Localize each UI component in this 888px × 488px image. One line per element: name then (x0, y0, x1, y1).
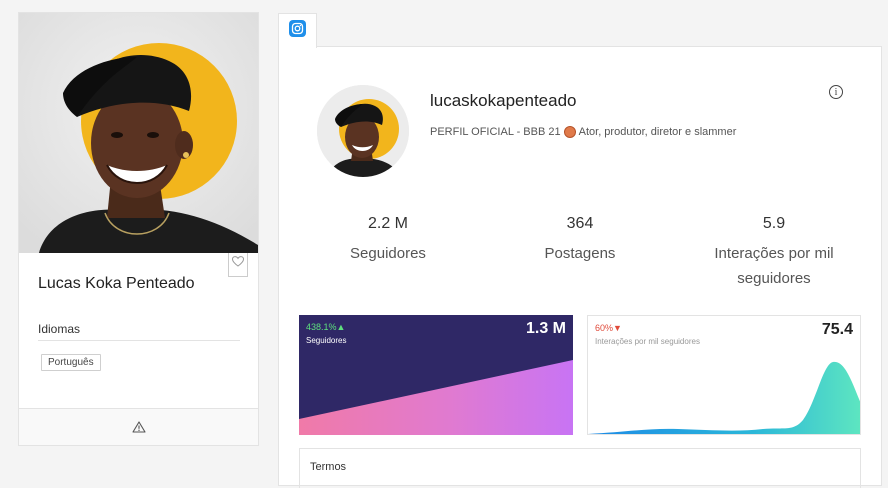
interactions-card-label: Interações por mil seguidores (595, 337, 700, 346)
stat-label: Postagens (544, 245, 616, 262)
stat-value: 2.2 M (367, 215, 408, 232)
profile-name: Lucas Koka Penteado (38, 275, 195, 292)
stat-followers: 2.2 M Seguidores (329, 215, 447, 266)
instagram-icon (289, 19, 306, 37)
followers-change: 438.1%▲ (306, 322, 345, 332)
arrow-up-icon: ▲ (336, 322, 346, 332)
change-value: 60% (595, 323, 614, 333)
instagram-panel: lucaskokapenteado PERFIL OFICIAL - BBB 2… (278, 46, 882, 488)
basketball-icon (563, 126, 576, 138)
language-tag: Português (41, 354, 101, 371)
change-value: 438.1% (306, 322, 337, 332)
instagram-username: lucaskokapenteado (430, 91, 577, 110)
interactions-card-value: 75.4 (821, 321, 853, 338)
terms-label: Termos (310, 461, 347, 473)
profile-photo (19, 13, 258, 253)
stat-value: 5.9 (762, 215, 786, 232)
divider (38, 340, 240, 341)
followers-chart-card[interactable]: 438.1%▲ Seguidores 1.3 M (299, 315, 573, 435)
bio-suffix: Ator, produtor, diretor e slammer (578, 126, 737, 138)
interactions-change: 60%▼ (595, 323, 622, 333)
stat-posts: 364 Postagens (524, 215, 636, 266)
arrow-down-icon: ▼ (613, 323, 622, 333)
stat-value: 364 (566, 215, 594, 232)
stat-interactions: 5.9 Interações por mil seguidores (699, 215, 849, 291)
followers-card-label: Seguidores (306, 336, 347, 345)
bio-prefix: PERFIL OFICIAL - BBB 21 (430, 126, 561, 138)
interactions-chart-card[interactable]: 60%▼ Interações por mil seguidores 75.4 (587, 315, 861, 435)
instagram-bio: PERFIL OFICIAL - BBB 21 Ator, produtor, … (430, 126, 736, 138)
tab-instagram[interactable] (278, 13, 317, 48)
followers-card-value: 1.3 M (525, 320, 566, 337)
favorite-button[interactable] (228, 253, 248, 277)
profile-card: Lucas Koka Penteado Idiomas Português (18, 12, 259, 446)
terms-section: Termos (299, 448, 861, 488)
warning-icon (131, 421, 146, 433)
stat-label: Seguidores (350, 245, 426, 262)
heart-icon (232, 256, 244, 267)
interactions-area-chart (588, 361, 860, 434)
info-icon[interactable]: i (829, 85, 843, 99)
stat-label: Interações por mil seguidores (714, 245, 834, 287)
report-button[interactable] (19, 408, 258, 445)
instagram-avatar (317, 85, 409, 177)
languages-label: Idiomas (38, 322, 81, 336)
